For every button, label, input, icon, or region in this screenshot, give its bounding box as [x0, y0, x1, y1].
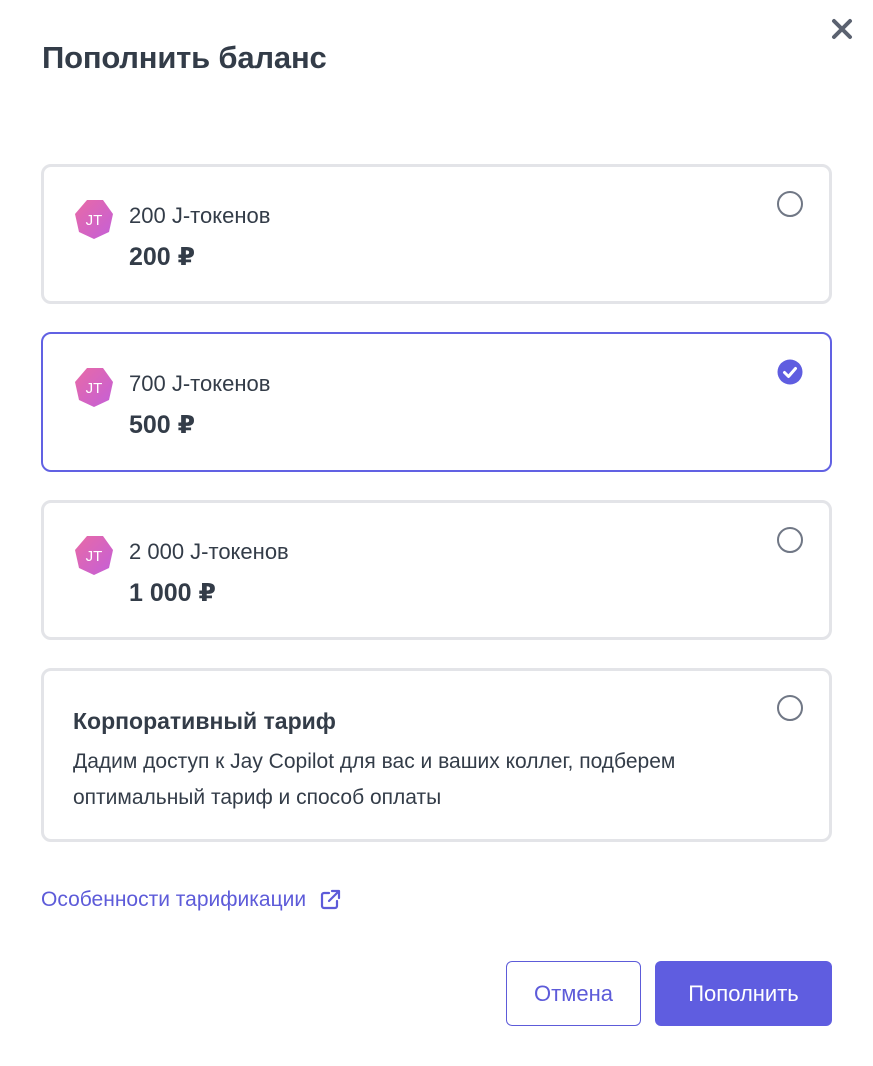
token-badge-label: JT [86, 212, 103, 229]
option-radio[interactable] [777, 191, 803, 217]
check-circle-icon[interactable] [777, 359, 803, 385]
token-option-2000[interactable]: JT 2 000 J-токенов 1 000 ₽ [41, 500, 832, 640]
token-badge-label: JT [86, 380, 103, 397]
dialog-title: Пополнить баланс [42, 40, 327, 75]
corporate-title: Корпоративный тариф [73, 708, 336, 734]
option-amount: 700 J-токенов [129, 371, 271, 396]
option-amount: 2 000 J-токенов [129, 539, 289, 564]
external-link-icon [320, 889, 341, 910]
billing-link-label: Особенности тарификации [41, 888, 307, 911]
option-price: 500 ₽ [129, 411, 196, 439]
option-radio[interactable] [777, 527, 803, 553]
top-up-dialog: Пополнить баланс JT 200 J-токенов 200 ₽ [0, 0, 873, 1066]
option-radio[interactable] [777, 695, 803, 721]
jt-token-icon: JT [75, 200, 113, 239]
close-icon [832, 19, 852, 39]
close-button[interactable] [827, 14, 857, 44]
corporate-option[interactable]: Корпоративный тариф Дадим доступ к Jay C… [41, 668, 832, 842]
cancel-button[interactable]: Отмена [506, 961, 641, 1026]
jt-token-icon: JT [75, 536, 113, 575]
option-price: 200 ₽ [129, 243, 196, 271]
token-badge-label: JT [86, 548, 103, 565]
option-price: 1 000 ₽ [129, 579, 216, 607]
option-amount: 200 J-токенов [129, 203, 271, 228]
token-option-700[interactable]: JT 700 J-токенов 500 ₽ [41, 332, 832, 472]
token-option-200[interactable]: JT 200 J-токенов 200 ₽ [41, 164, 832, 304]
billing-details-link[interactable]: Особенности тарификации [41, 888, 342, 912]
top-up-button[interactable]: Пополнить [655, 961, 832, 1026]
corporate-description: Дадим доступ к Jay Copilot для вас и ваш… [73, 750, 676, 809]
jt-token-icon: JT [75, 368, 113, 407]
